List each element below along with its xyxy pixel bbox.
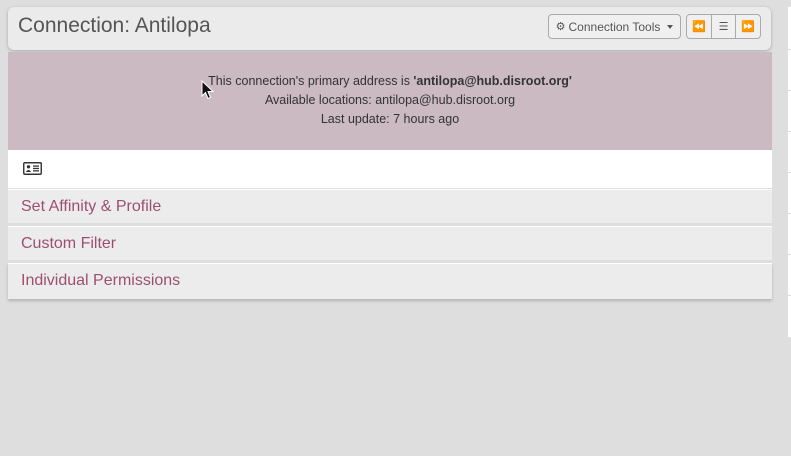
section-individual-permissions-label: Individual Permissions — [21, 272, 181, 289]
fast-forward-icon: ⏩ — [741, 21, 756, 33]
connection-tools-label: Connection Tools — [568, 19, 661, 34]
fast-backward-icon: ⏪ — [691, 21, 706, 33]
primary-address-prefix: This connection's primary address is — [208, 74, 414, 88]
first-connection-button[interactable]: ⏪ — [687, 15, 712, 38]
available-locations: Available locations: antilopa@hub.disroo… — [264, 93, 516, 107]
mouse-cursor-icon — [201, 79, 215, 106]
primary-address-line: This connection's primary address is 'an… — [8, 74, 772, 88]
caret-down-icon — [667, 24, 674, 29]
bars-icon: ☰ — [718, 21, 729, 33]
gear-icon: ⚙ — [555, 21, 566, 33]
vcard-bar — [8, 150, 772, 188]
section-affinity-profile-label: Set Affinity & Profile — [21, 198, 162, 215]
primary-address: 'antilopa@hub.disroot.org' — [413, 74, 572, 88]
last-connection-button[interactable]: ⏩ — [736, 15, 760, 38]
last-update: Last update: 7 hours ago — [320, 112, 460, 126]
section-custom-filter-label: Custom Filter — [21, 235, 117, 252]
vcard-icon[interactable] — [23, 162, 42, 180]
navigation-button-group: ⏪ ☰ ⏩ — [686, 14, 761, 39]
connection-info-panel: This connection's primary address is 'an… — [8, 52, 772, 150]
section-affinity-profile[interactable]: Set Affinity & Profile — [8, 189, 772, 223]
page-title: Connection: Antilopa — [18, 14, 211, 37]
connection-header: Connection: Antilopa ⚙ Connection Tools … — [8, 7, 771, 50]
section-individual-permissions[interactable]: Individual Permissions — [8, 263, 772, 299]
section-custom-filter[interactable]: Custom Filter — [8, 226, 772, 260]
connection-tools-button[interactable]: ⚙ Connection Tools — [548, 14, 681, 39]
connections-list-button[interactable]: ☰ — [712, 15, 737, 38]
